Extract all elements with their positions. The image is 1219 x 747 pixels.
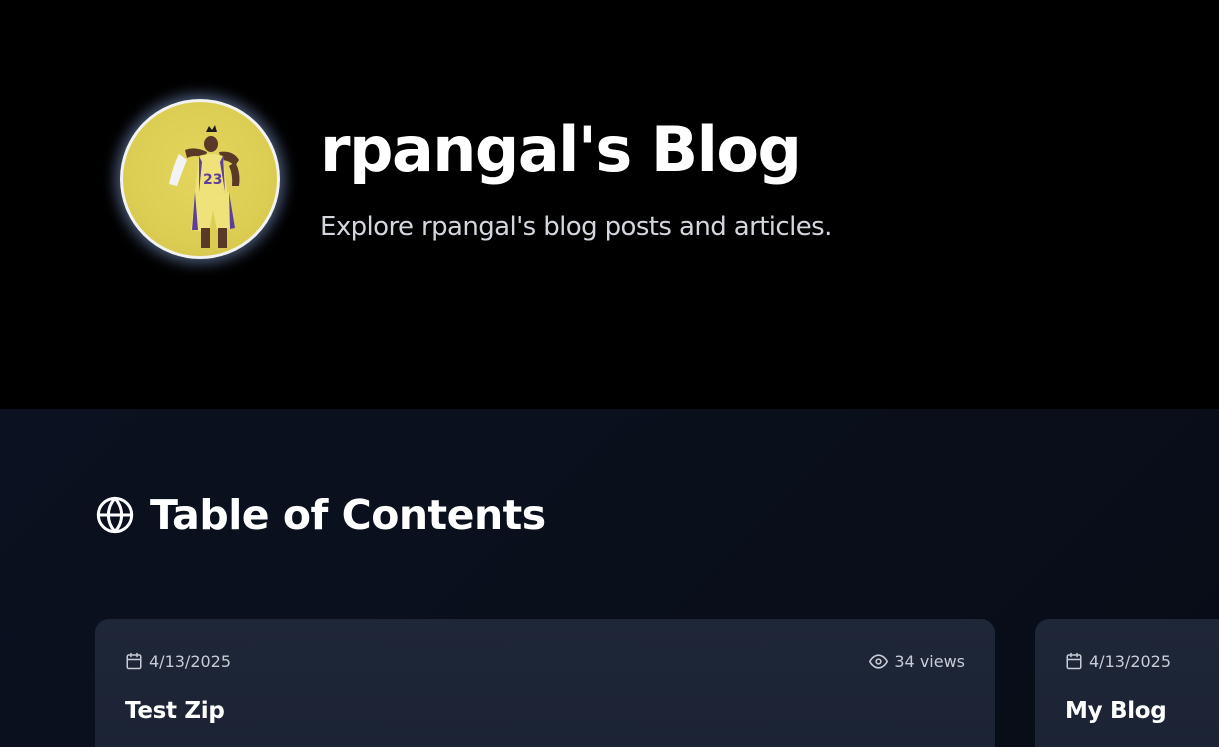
avatar: 23 (120, 99, 280, 259)
post-meta: 4/13/2025 34 views (125, 651, 965, 671)
post-meta: 4/13/2025 (1065, 651, 1219, 671)
blog-header: 23 rpangal's Blog Explore rpangal's blog… (0, 0, 1219, 409)
calendar-icon (1066, 652, 1082, 670)
player-illustration: 23 (169, 125, 240, 248)
page-subtitle: Explore rpangal's blog posts and article… (320, 212, 832, 242)
post-views: 34 views (869, 652, 965, 671)
content-section: Table of Contents 4/13/2025 34 views Tes… (0, 409, 1219, 747)
post-date-text: 4/13/2025 (149, 651, 232, 671)
toc-heading: Table of Contents (95, 487, 546, 543)
post-card[interactable]: 4/13/2025 34 views Test Zip (95, 619, 995, 747)
post-title[interactable]: My Blog (1065, 695, 1167, 727)
post-card[interactable]: 4/13/2025 My Blog (1035, 619, 1219, 747)
post-title[interactable]: Test Zip (125, 695, 225, 727)
page-title: rpangal's Blog (320, 113, 802, 186)
post-date-text: 4/13/2025 (1089, 651, 1172, 671)
toc-title: Table of Contents (150, 491, 546, 539)
blog-page: 23 rpangal's Blog Explore rpangal's blog… (0, 0, 1219, 747)
post-views-text: 34 views (894, 651, 965, 671)
globe-icon (96, 496, 134, 534)
svg-text:23: 23 (203, 172, 222, 188)
calendar-icon (126, 652, 142, 670)
post-date: 4/13/2025 (125, 652, 231, 671)
post-date: 4/13/2025 (1065, 652, 1171, 671)
eye-icon (869, 653, 889, 669)
